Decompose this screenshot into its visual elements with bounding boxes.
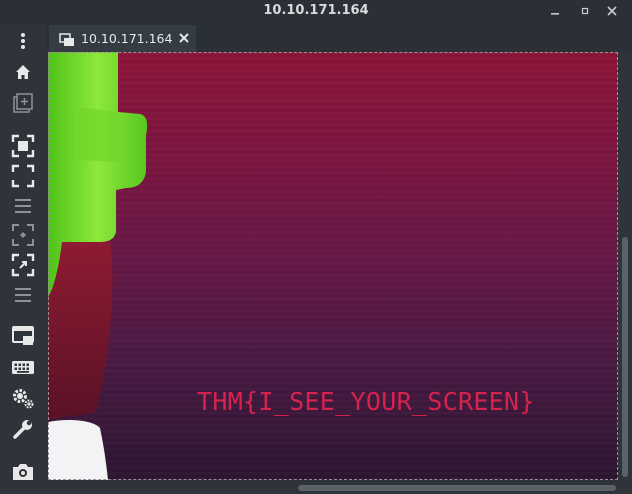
close-icon: [179, 33, 189, 43]
dynamic-resolution-button[interactable]: [11, 253, 35, 277]
horizontal-scrollbar[interactable]: [48, 480, 619, 494]
flag-text: THM{I_SEE_YOUR_SCREEN}: [197, 387, 535, 416]
figure-white: [48, 420, 108, 480]
tab-label: 10.10.171.164: [81, 31, 173, 46]
scaled-fit-icon: [12, 224, 34, 246]
toggle-view-button[interactable]: [11, 283, 35, 307]
remote-screen[interactable]: THM{I_SEE_YOUR_SCREEN}: [48, 52, 618, 480]
screenshot-icon: [13, 464, 33, 480]
dynamic-resolution-icon: [11, 253, 35, 277]
fullscreen-button[interactable]: [11, 164, 35, 188]
scaled-fit-button[interactable]: [11, 223, 35, 247]
tools-icon: [13, 420, 32, 439]
maximize-icon: [581, 7, 589, 15]
menu-button[interactable]: [11, 29, 35, 53]
tools-button[interactable]: [11, 417, 35, 441]
toggle-view-icon: [15, 288, 31, 302]
home-icon: [16, 65, 30, 79]
scale-button[interactable]: [11, 194, 35, 218]
preferences-icon: [13, 389, 34, 409]
menu-icon: [21, 33, 25, 49]
scale-icon: [15, 199, 31, 213]
fullscreen-icon: [11, 164, 35, 188]
title-bar: 10.10.171.164: [0, 0, 632, 24]
keyboard-icon: [12, 361, 34, 374]
tab-connection[interactable]: 10.10.171.164: [49, 25, 196, 52]
maximize-button[interactable]: [576, 2, 594, 20]
close-icon: [607, 6, 617, 16]
new-connection-button[interactable]: [11, 91, 35, 115]
tab-bar: 10.10.171.164: [46, 24, 632, 52]
multi-monitor-icon: [12, 326, 34, 345]
tab-close-button[interactable]: [177, 31, 191, 45]
window-title: 10.10.171.164: [263, 3, 369, 18]
left-toolbar: [0, 24, 46, 494]
remmina-window: 10.10.171.164 10.10.171.164 THM{I_SEE_YO…: [0, 0, 632, 494]
home-button[interactable]: [11, 60, 35, 84]
vertical-scrollbar[interactable]: [619, 52, 632, 494]
new-connection-icon: [13, 93, 33, 113]
multi-monitor-button[interactable]: [11, 324, 35, 348]
fit-window-button[interactable]: [11, 134, 35, 158]
horizontal-scroll-thumb[interactable]: [298, 485, 616, 491]
screenshot-button[interactable]: [11, 459, 35, 483]
preferences-button[interactable]: [11, 386, 35, 410]
keyboard-button[interactable]: [11, 355, 35, 379]
vertical-scroll-thumb[interactable]: [622, 237, 628, 477]
minimize-button[interactable]: [546, 2, 564, 20]
fit-window-icon: [11, 134, 35, 158]
minimize-icon: [551, 13, 559, 15]
connection-icon: [59, 32, 75, 51]
close-window-button[interactable]: [603, 2, 621, 20]
